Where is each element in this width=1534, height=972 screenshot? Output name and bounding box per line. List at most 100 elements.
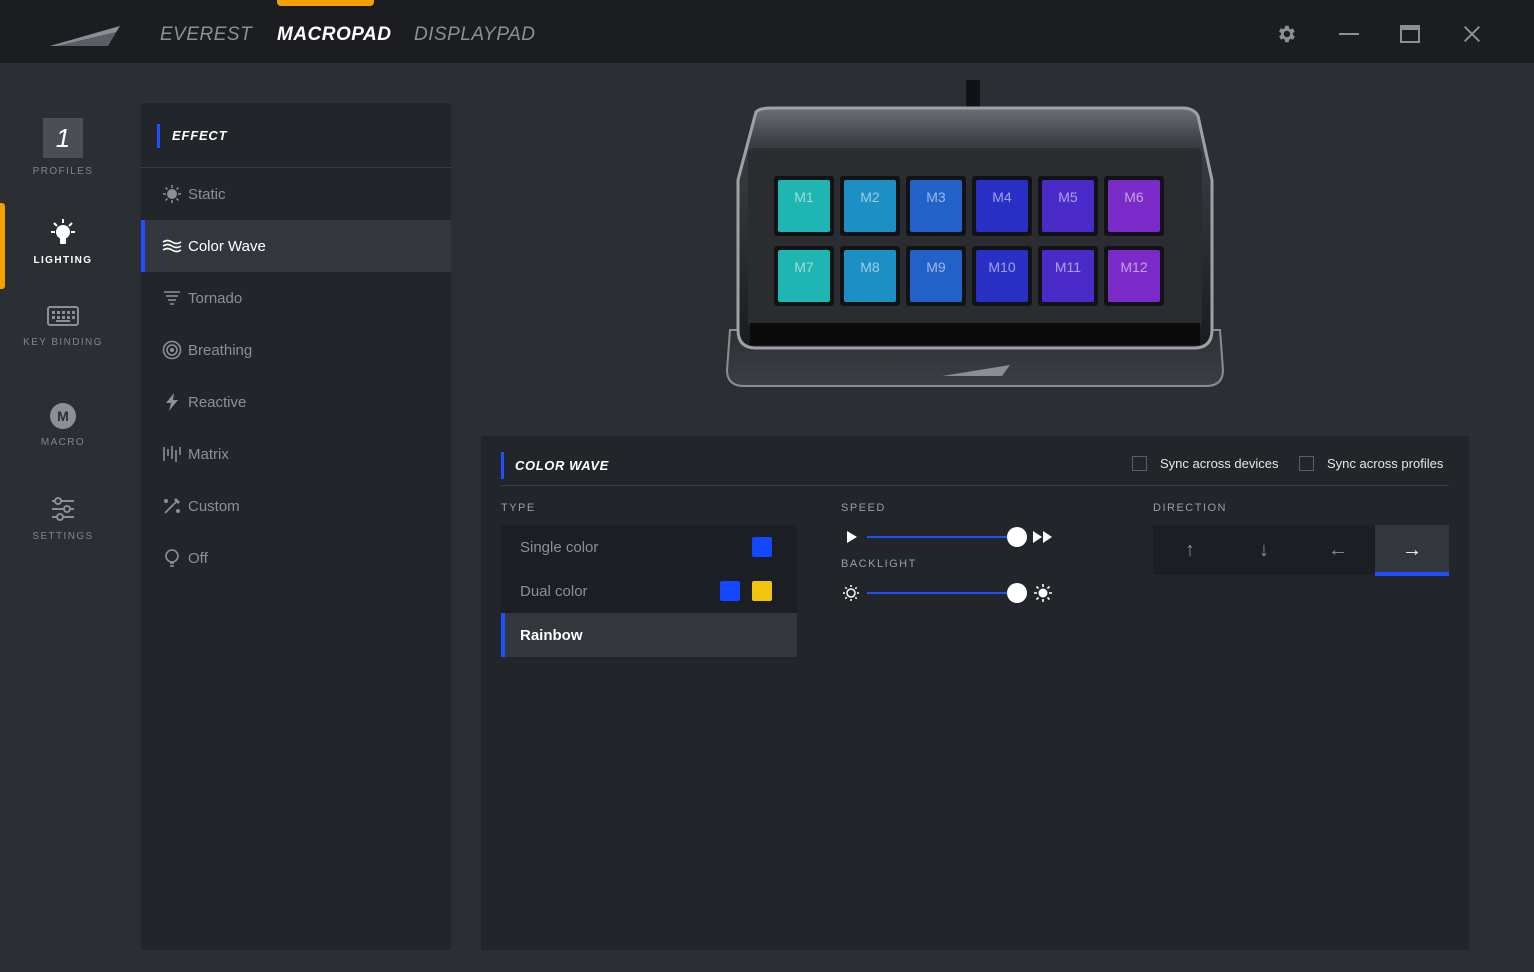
macro-key-label: M7	[794, 259, 814, 275]
macro-key-label: M1	[794, 189, 814, 205]
macro-key-label: M6	[1124, 189, 1144, 205]
tab-displaypad[interactable]: DISPLAYPAD	[414, 22, 536, 48]
backlight-label: BACKLIGHT	[841, 558, 917, 570]
direction-up-button[interactable]: ↑	[1153, 525, 1227, 575]
effect-reactive-label: Reactive	[188, 393, 247, 411]
active-tab-indicator	[277, 0, 374, 6]
direction-down-button[interactable]: ↓	[1227, 525, 1301, 575]
settings-header: COLOR WAVE Sync across devices Sync acro…	[501, 450, 1449, 486]
type-list: Single color Dual color Rainbow	[501, 525, 797, 657]
gear-icon	[1279, 25, 1295, 43]
nav-settings-label: SETTINGS	[32, 531, 94, 542]
nav-key-binding-label: KEY BINDING	[23, 337, 103, 348]
macro-key-m7[interactable]	[778, 250, 830, 302]
effect-title: EFFECT	[172, 128, 228, 143]
type-dual-color-label: Dual color	[520, 582, 588, 600]
macro-key-m1[interactable]	[778, 180, 830, 232]
speed-slider[interactable]	[841, 525, 1057, 549]
settings-header-accent	[501, 452, 504, 479]
nav-profiles[interactable]: 1 PROFILES	[0, 118, 126, 204]
arrow-right-icon: →	[1402, 538, 1422, 561]
effect-breathing-label: Breathing	[188, 341, 253, 359]
play-icon	[841, 527, 861, 547]
minimize-button[interactable]	[1335, 20, 1363, 48]
active-nav-indicator	[0, 203, 5, 289]
tornado-icon	[161, 287, 183, 309]
nav-lighting[interactable]: LIGHTING	[0, 203, 126, 289]
breathing-icon	[161, 339, 183, 361]
nav-key-binding[interactable]: KEY BINDING	[0, 303, 126, 389]
sync-across-profiles-checkbox[interactable]: Sync across profiles	[1299, 456, 1443, 471]
nav-settings[interactable]: SETTINGS	[0, 495, 126, 581]
tab-everest[interactable]: EVEREST	[160, 22, 252, 48]
speed-track[interactable]	[867, 536, 1017, 538]
maximize-button[interactable]	[1396, 20, 1424, 48]
sun-bulb-icon	[161, 183, 183, 205]
macro-key-label: M3	[926, 189, 946, 205]
bulb-off-icon	[161, 547, 183, 569]
profile-number: 1	[43, 118, 83, 158]
macropad-device-image: M1 M2 M3 M4 M5 M6 M7 M8 M9 M10 M11 M12	[725, 80, 1225, 387]
macro-icon-letter: M	[57, 408, 69, 424]
macro-key-m8[interactable]	[844, 250, 896, 302]
macro-icon: M	[50, 403, 76, 429]
type-dual-color[interactable]: Dual color	[501, 569, 797, 613]
macro-key-label: M5	[1058, 189, 1078, 205]
macro-key-label: M2	[860, 189, 880, 205]
effect-color-wave[interactable]: Color Wave	[141, 220, 451, 272]
dual-color-swatch-1[interactable]	[720, 581, 740, 601]
effect-static[interactable]: Static	[141, 168, 451, 220]
close-button[interactable]	[1458, 20, 1486, 48]
effect-header-accent	[157, 124, 160, 148]
effect-breathing[interactable]: Breathing	[141, 324, 451, 376]
type-rainbow[interactable]: Rainbow	[501, 613, 797, 657]
macro-key-m10[interactable]	[976, 250, 1028, 302]
minimize-icon	[1339, 33, 1359, 35]
effect-panel: EFFECT Static Color Wave Tornado Breathi…	[141, 103, 451, 950]
macro-key-m6[interactable]	[1108, 180, 1160, 232]
effect-custom[interactable]: Custom	[141, 480, 451, 532]
effect-off[interactable]: Off	[141, 532, 451, 584]
direction-right-button[interactable]: →	[1375, 525, 1449, 576]
effect-reactive[interactable]: Reactive	[141, 376, 451, 428]
title-bar: EVEREST MACROPAD DISPLAYPAD	[0, 0, 1534, 63]
macro-key-m2[interactable]	[844, 180, 896, 232]
settings-gear-button[interactable]	[1272, 20, 1300, 48]
type-single-color[interactable]: Single color	[501, 525, 797, 569]
effect-matrix[interactable]: Matrix	[141, 428, 451, 480]
macro-key-label: M10	[988, 259, 1015, 275]
sync-across-devices-checkbox[interactable]: Sync across devices	[1132, 456, 1279, 471]
speed-label: SPEED	[841, 502, 886, 514]
macro-key-m3[interactable]	[910, 180, 962, 232]
keyboard-icon	[47, 306, 79, 326]
direction-selector: ↑ ↓ ← →	[1153, 525, 1449, 576]
backlight-slider[interactable]	[841, 581, 1057, 605]
tab-macropad[interactable]: MACROPAD	[277, 0, 392, 48]
wave-icon	[161, 235, 183, 257]
color-wave-settings-panel: COLOR WAVE Sync across devices Sync acro…	[481, 436, 1469, 950]
macro-key-m4[interactable]	[976, 180, 1028, 232]
tab-macropad-label: MACROPAD	[277, 24, 392, 45]
direction-left-button[interactable]: ←	[1301, 525, 1375, 575]
effect-tornado-label: Tornado	[188, 289, 243, 307]
speed-knob[interactable]	[1007, 527, 1027, 547]
macro-key-m5[interactable]	[1042, 180, 1094, 232]
dual-color-swatch-2[interactable]	[752, 581, 772, 601]
nav-macro[interactable]: M MACRO	[0, 403, 126, 489]
sync-profiles-box[interactable]	[1299, 456, 1314, 471]
macro-key-m12[interactable]	[1108, 250, 1160, 302]
macro-key-label: M9	[926, 259, 946, 275]
sync-devices-box[interactable]	[1132, 456, 1147, 471]
nav-macro-label: MACRO	[40, 437, 86, 448]
nav-lighting-label: LIGHTING	[33, 255, 93, 266]
brightness-high-icon	[1031, 583, 1055, 603]
type-label: TYPE	[501, 502, 536, 514]
macro-key-m9[interactable]	[910, 250, 962, 302]
backlight-knob[interactable]	[1007, 583, 1027, 603]
effect-header: EFFECT	[141, 103, 451, 168]
macro-key-m11[interactable]	[1042, 250, 1094, 302]
sync-profiles-label: Sync across profiles	[1327, 456, 1444, 471]
backlight-track[interactable]	[867, 592, 1017, 594]
effect-tornado[interactable]: Tornado	[141, 272, 451, 324]
single-color-swatch[interactable]	[752, 537, 772, 557]
